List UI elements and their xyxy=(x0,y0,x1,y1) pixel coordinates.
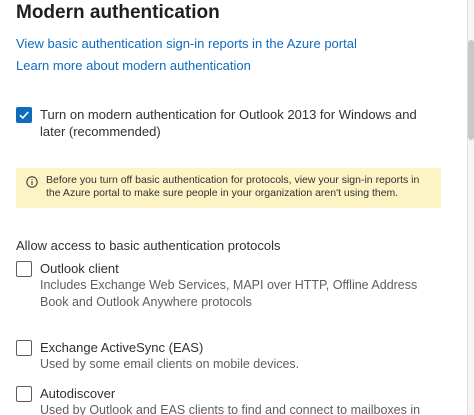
warning-banner: Before you turn off basic authentication… xyxy=(16,168,441,208)
autodiscover-checkbox[interactable] xyxy=(16,386,32,402)
outlook-client-checkbox[interactable] xyxy=(16,261,32,277)
eas-description: Used by some email clients on mobile dev… xyxy=(40,357,300,371)
view-reports-link[interactable]: View basic authentication sign-in report… xyxy=(16,36,357,51)
eas-option[interactable]: Exchange ActiveSync (EAS) Used by some e… xyxy=(16,339,446,373)
info-icon xyxy=(26,176,38,188)
warning-text: Before you turn off basic authentication… xyxy=(46,174,420,199)
outlook-client-option[interactable]: Outlook client Includes Exchange Web Ser… xyxy=(16,260,446,311)
modern-auth-panel: Modern authentication View basic authent… xyxy=(0,0,468,415)
eas-label: Exchange ActiveSync (EAS) xyxy=(40,340,204,355)
outlook-client-description: Includes Exchange Web Services, MAPI ove… xyxy=(40,278,418,309)
autodiscover-option[interactable]: Autodiscover Used by Outlook and EAS cli… xyxy=(16,385,446,415)
scrollbar[interactable] xyxy=(468,0,474,415)
autodiscover-text: Autodiscover Used by Outlook and EAS cli… xyxy=(40,385,420,415)
eas-text: Exchange ActiveSync (EAS) Used by some e… xyxy=(40,339,299,373)
page-title: Modern authentication xyxy=(16,2,220,23)
protocols-heading: Allow access to basic authentication pro… xyxy=(16,238,281,253)
modern-auth-label: Turn on modern authentication for Outloo… xyxy=(40,107,417,139)
eas-checkbox[interactable] xyxy=(16,340,32,356)
autodiscover-description: Used by Outlook and EAS clients to find … xyxy=(40,403,421,415)
modern-auth-option[interactable]: Turn on modern authentication for Outloo… xyxy=(16,106,436,140)
modern-auth-checkbox[interactable] xyxy=(16,107,32,123)
checkmark-icon xyxy=(19,111,29,120)
outlook-client-text: Outlook client Includes Exchange Web Ser… xyxy=(40,260,446,311)
autodiscover-label: Autodiscover xyxy=(40,386,116,401)
outlook-client-label: Outlook client xyxy=(40,261,119,276)
learn-more-link[interactable]: Learn more about modern authentication xyxy=(16,58,251,73)
scrollbar-thumb[interactable] xyxy=(468,40,474,140)
